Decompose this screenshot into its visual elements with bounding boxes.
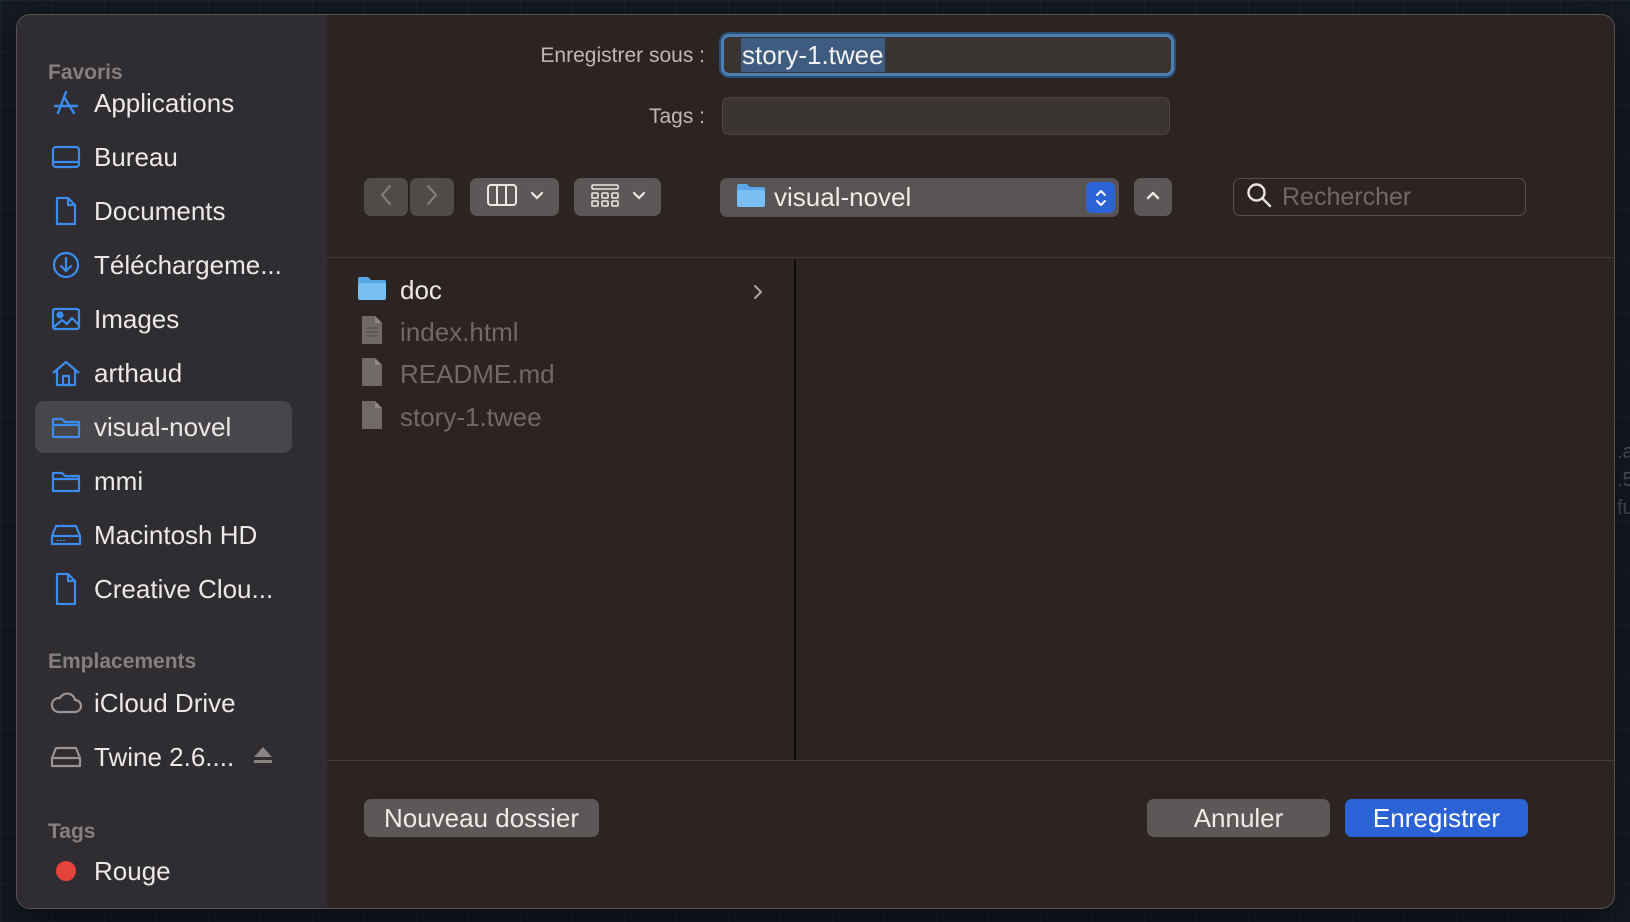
- background-text-fragment: .ac: [1617, 441, 1630, 463]
- sidebar-item-label: Bureau: [94, 141, 178, 172]
- sidebar-item-label: Téléchargeme...: [94, 249, 282, 280]
- list-item-doc[interactable]: doc: [357, 270, 442, 310]
- list-item-readme[interactable]: README.md: [357, 354, 555, 394]
- sidebar-item-visual-novel[interactable]: visual-novel: [35, 401, 292, 453]
- filename-input[interactable]: story-1.twee: [721, 34, 1174, 76]
- cancel-button[interactable]: Annuler: [1147, 799, 1330, 837]
- chevron-up-icon: [1145, 188, 1161, 206]
- list-item-index-html[interactable]: index.html: [357, 312, 519, 352]
- folder-icon: [357, 275, 387, 306]
- file-icon: [357, 315, 387, 350]
- sidebar-item-label: arthaud: [94, 357, 183, 388]
- sidebar-item-label: Twine 2.6....: [94, 741, 235, 772]
- sidebar-item-label: Creative Clou...: [94, 573, 274, 604]
- sidebar-item-label: Applications: [94, 87, 235, 118]
- columns-view-icon: [486, 183, 518, 212]
- sidebar-item-label: iCloud Drive: [94, 687, 236, 718]
- search-icon: [1246, 182, 1272, 213]
- sidebar-item-label: mmi: [94, 465, 144, 496]
- folder-icon: [736, 182, 766, 213]
- sidebar-item-bureau[interactable]: Bureau: [35, 131, 292, 183]
- file-name: doc: [400, 274, 442, 305]
- file-icon: [357, 357, 387, 392]
- file-name: README.md: [400, 358, 555, 389]
- sidebar-item-arthaud[interactable]: arthaud: [35, 347, 292, 399]
- sidebar-item-twine[interactable]: Twine 2.6....: [35, 731, 292, 783]
- tags-label: Tags :: [648, 105, 705, 128]
- sidebar-item-icloud-drive[interactable]: iCloud Drive: [35, 677, 292, 729]
- chevron-down-icon: [530, 188, 544, 206]
- location-popup[interactable]: visual-novel: [720, 178, 1119, 217]
- filename-value: story-1.twee: [741, 38, 885, 72]
- sidebar-item-mmi[interactable]: mmi: [35, 455, 292, 507]
- desktop-icon: [45, 139, 87, 175]
- sidebar-item-label: visual-novel: [94, 411, 232, 442]
- location-popup-label: visual-novel: [774, 182, 912, 212]
- sidebar-item-label: Macintosh HD: [94, 519, 258, 550]
- view-mode-button[interactable]: [470, 178, 559, 216]
- sidebar-item-images[interactable]: Images: [35, 293, 292, 345]
- background-text-fragment: .5: [1617, 469, 1630, 491]
- file-name: index.html: [400, 316, 519, 347]
- file-name: story-1.twee: [400, 401, 542, 432]
- popup-stepper-icon: [1086, 182, 1115, 213]
- chevron-down-icon: [632, 188, 646, 206]
- locations-header: Emplacements: [48, 650, 197, 673]
- applications-icon: [45, 85, 87, 121]
- tags-header: Tags: [48, 820, 96, 843]
- tags-input[interactable]: [722, 97, 1170, 135]
- sidebar-item-creative-cloud[interactable]: Creative Clou...: [35, 563, 292, 615]
- home-icon: [45, 355, 87, 391]
- forward-button[interactable]: [410, 178, 454, 216]
- chevron-right-icon: [752, 283, 764, 306]
- search-placeholder: Rechercher: [1282, 182, 1412, 211]
- search-field[interactable]: Rechercher: [1233, 178, 1526, 216]
- drive-icon: [45, 517, 87, 553]
- eject-icon[interactable]: [252, 745, 274, 770]
- main-panel: Enregistrer sous : story-1.twee Tags : v…: [327, 15, 1614, 908]
- list-item-story[interactable]: story-1.twee: [357, 397, 542, 437]
- save-dialog: Favoris Applications Bureau Documents Té…: [16, 14, 1615, 909]
- collapse-button[interactable]: [1134, 178, 1172, 216]
- chevron-right-icon: [425, 184, 439, 211]
- folder-icon: [45, 409, 87, 445]
- divider: [327, 760, 1614, 761]
- folder-icon: [45, 463, 87, 499]
- red-tag-dot-icon: [45, 853, 87, 889]
- sidebar-item-macintosh-hd[interactable]: Macintosh HD: [35, 509, 292, 561]
- sidebar-item-documents[interactable]: Documents: [35, 185, 292, 237]
- back-button[interactable]: [364, 178, 408, 216]
- chevron-left-icon: [379, 184, 393, 211]
- sidebar-item-telechargements[interactable]: Téléchargeme...: [35, 239, 292, 291]
- column-divider[interactable]: [794, 259, 796, 761]
- sidebar-item-applications[interactable]: Applications: [35, 77, 292, 129]
- sidebar-item-label: Images: [94, 303, 180, 334]
- file-icon: [357, 400, 387, 435]
- save-button[interactable]: Enregistrer: [1345, 799, 1528, 837]
- group-button[interactable]: [574, 178, 661, 216]
- divider: [327, 257, 1614, 258]
- document-icon: [45, 571, 87, 607]
- background-text-fragment: fu: [1617, 497, 1630, 519]
- grid-icon: [590, 183, 620, 212]
- document-icon: [45, 193, 87, 229]
- sidebar-item-tag-rouge[interactable]: Rouge: [35, 845, 292, 897]
- sidebar: Favoris Applications Bureau Documents Té…: [17, 15, 327, 908]
- new-folder-button[interactable]: Nouveau dossier: [364, 799, 599, 837]
- drive-icon: [45, 739, 87, 775]
- sidebar-item-label: Rouge: [94, 855, 171, 886]
- photo-icon: [45, 301, 87, 337]
- download-icon: [45, 247, 87, 283]
- sidebar-item-label: Documents: [94, 195, 226, 226]
- save-as-label: Enregistrer sous :: [540, 44, 705, 67]
- cloud-icon: [45, 685, 87, 721]
